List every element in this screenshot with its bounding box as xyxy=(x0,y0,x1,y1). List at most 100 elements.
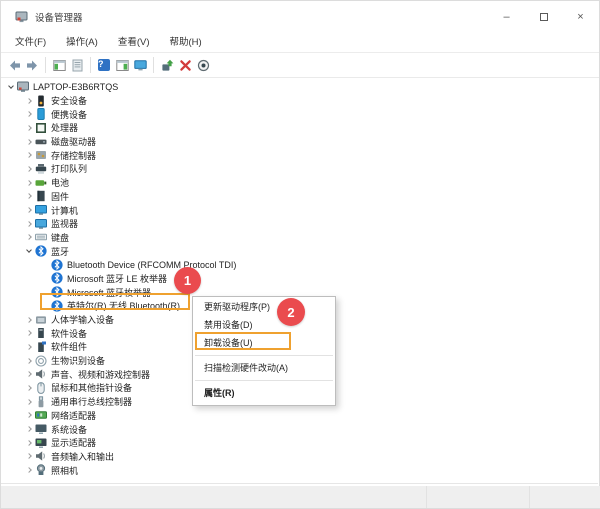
tree-item-label: 声音、视频和游戏控制器 xyxy=(51,369,151,380)
expand-chevron-icon[interactable] xyxy=(23,412,35,419)
expand-chevron-icon[interactable] xyxy=(23,371,35,378)
forward-button[interactable] xyxy=(23,55,41,75)
chevron-glyph xyxy=(26,371,32,378)
tree-item-label: 打印队列 xyxy=(51,164,88,175)
chevron-glyph xyxy=(26,398,32,405)
expand-chevron-icon[interactable] xyxy=(23,330,35,337)
tree-item[interactable]: 音频输入和输出 xyxy=(1,450,598,464)
tree-item[interactable]: 存储控制器 xyxy=(1,148,598,162)
chevron-glyph xyxy=(26,234,32,241)
context-menu-item[interactable]: 禁用设备(D) xyxy=(193,316,335,334)
computer-button[interactable] xyxy=(131,55,149,75)
step-badge-2: 2 xyxy=(277,298,305,326)
computer-icon xyxy=(133,59,147,72)
context-menu-item[interactable]: 更新驱动程序(P) xyxy=(193,298,335,316)
hid-icon xyxy=(35,314,47,326)
close-button[interactable]: × xyxy=(562,1,599,33)
tree-item[interactable]: 打印队列 xyxy=(1,162,598,176)
expand-chevron-icon[interactable] xyxy=(5,83,17,89)
expand-chevron-icon[interactable] xyxy=(23,111,35,118)
menu-bar: 文件(F) 操作(A) 查看(V) 帮助(H) xyxy=(1,33,599,53)
menu-view[interactable]: 查看(V) xyxy=(108,33,160,53)
action-pane-button[interactable] xyxy=(113,55,131,75)
tree-item[interactable]: 处理器 xyxy=(1,121,598,135)
tree-item[interactable]: Microsoft 蓝牙 LE 枚举器 xyxy=(1,272,598,286)
scan-hardware-button[interactable] xyxy=(194,55,212,75)
biometric-icon xyxy=(35,355,47,367)
expand-chevron-icon[interactable] xyxy=(23,125,35,131)
tree-item[interactable]: 显示适配器 xyxy=(1,436,598,450)
expand-chevron-icon[interactable] xyxy=(23,220,35,227)
expand-chevron-icon[interactable] xyxy=(23,385,35,391)
menu-help[interactable]: 帮助(H) xyxy=(159,33,211,53)
expand-chevron-icon[interactable] xyxy=(23,247,35,253)
expand-chevron-icon[interactable] xyxy=(23,453,35,460)
expand-chevron-icon[interactable] xyxy=(23,97,35,104)
menu-separator xyxy=(195,355,333,356)
tree-item[interactable]: 磁盘驱动器 xyxy=(1,135,598,149)
toolbar: ? xyxy=(1,53,599,78)
tree-item[interactable]: 安全设备 xyxy=(1,94,598,108)
chevron-glyph xyxy=(26,357,32,364)
console-tree-button[interactable] xyxy=(50,55,68,75)
expand-chevron-icon[interactable] xyxy=(23,439,35,446)
help-button[interactable]: ? xyxy=(95,55,113,75)
menu-action[interactable]: 操作(A) xyxy=(56,33,108,53)
uninstall-device-button[interactable] xyxy=(176,55,194,75)
tree-item[interactable]: 计算机 xyxy=(1,203,598,217)
tree-item-label: 系统设备 xyxy=(51,424,88,435)
tree-item[interactable]: 蓝牙 xyxy=(1,244,598,258)
update-driver-button[interactable] xyxy=(158,55,176,75)
expand-chevron-icon[interactable] xyxy=(23,357,35,364)
context-menu-item[interactable]: 扫描检测硬件改动(A) xyxy=(193,359,335,377)
expand-chevron-icon[interactable] xyxy=(23,316,35,323)
chevron-glyph xyxy=(26,385,32,391)
battery-icon xyxy=(35,177,47,189)
expand-chevron-icon[interactable] xyxy=(23,207,35,213)
tree-item[interactable]: LAPTOP-E3B6RTQS xyxy=(1,80,598,94)
context-menu-item[interactable]: 属性(R) xyxy=(193,384,335,402)
chevron-glyph xyxy=(26,193,32,200)
portable-icon xyxy=(35,108,47,121)
toolbar-separator xyxy=(45,57,46,73)
properties-icon xyxy=(71,59,84,72)
expand-chevron-icon[interactable] xyxy=(23,193,35,200)
tree-item-label: 音频输入和输出 xyxy=(51,451,115,462)
expand-chevron-icon[interactable] xyxy=(23,234,35,241)
tree-item[interactable]: 电池 xyxy=(1,176,598,190)
computer-root-icon xyxy=(17,81,29,93)
tree-item[interactable]: Bluetooth Device (RFCOMM Protocol TDI) xyxy=(1,258,598,272)
tree-item[interactable]: 监视器 xyxy=(1,217,598,231)
audio-io-icon xyxy=(35,450,47,462)
expand-chevron-icon[interactable] xyxy=(23,138,35,145)
minimize-button[interactable]: – xyxy=(488,1,525,33)
expand-chevron-icon[interactable] xyxy=(23,467,35,473)
tree-item-label: 电池 xyxy=(51,178,70,189)
expand-chevron-icon[interactable] xyxy=(23,166,35,172)
tree-item[interactable]: 固件 xyxy=(1,190,598,204)
expand-chevron-icon[interactable] xyxy=(23,344,35,350)
tree-item[interactable]: 照相机 xyxy=(1,463,598,477)
chevron-glyph xyxy=(26,316,32,323)
expand-chevron-icon[interactable] xyxy=(23,426,35,432)
tree-item-label: 固件 xyxy=(51,191,70,202)
context-menu-item[interactable]: 卸载设备(U) xyxy=(193,334,335,352)
tree-item[interactable]: 系统设备 xyxy=(1,422,598,436)
tree-item[interactable]: 网络适配器 xyxy=(1,409,598,423)
title-bar: 设备管理器 – × xyxy=(1,1,599,33)
maximize-button[interactable] xyxy=(525,1,562,33)
audio-controller-icon xyxy=(35,368,47,380)
menu-file[interactable]: 文件(F) xyxy=(5,33,56,53)
chevron-glyph xyxy=(26,439,32,446)
chevron-glyph xyxy=(26,152,32,159)
expand-chevron-icon[interactable] xyxy=(23,398,35,405)
camera-icon xyxy=(35,464,47,476)
back-button[interactable] xyxy=(5,55,23,75)
properties-button[interactable] xyxy=(68,55,86,75)
expand-chevron-icon[interactable] xyxy=(23,152,35,159)
expand-chevron-icon[interactable] xyxy=(23,179,35,186)
chevron-glyph xyxy=(26,412,32,419)
tree-item[interactable]: 便携设备 xyxy=(1,107,598,121)
tree-item[interactable]: 键盘 xyxy=(1,231,598,245)
tree-item-label: 键盘 xyxy=(51,232,70,243)
